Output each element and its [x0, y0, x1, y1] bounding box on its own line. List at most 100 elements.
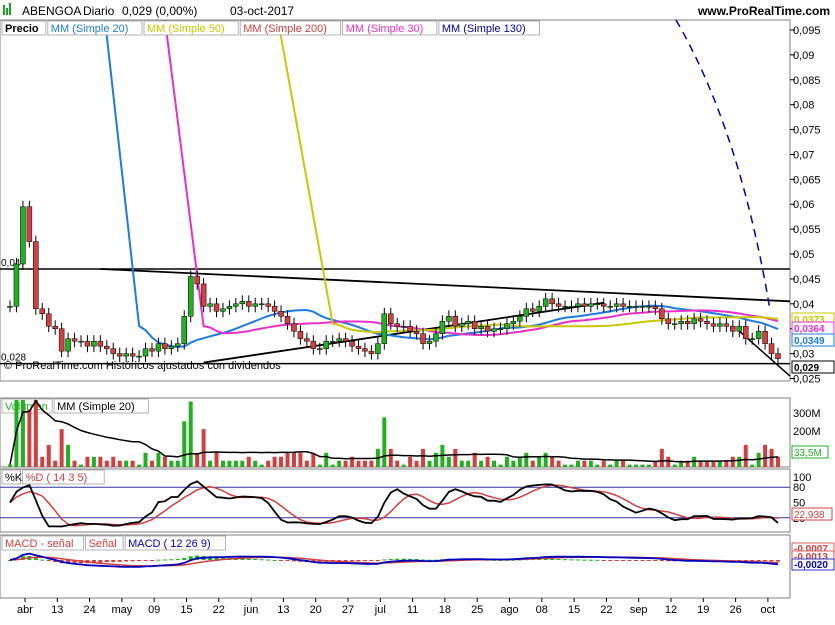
candle-body — [568, 306, 575, 308]
x-tick-label: 25 — [471, 604, 483, 616]
volume-bar — [143, 452, 148, 467]
x-tick-label: sep — [630, 604, 648, 616]
candle-body — [446, 316, 452, 322]
header-period: Diario — [83, 4, 115, 18]
volume-bar — [504, 456, 509, 467]
macd-histogram-bar — [769, 560, 774, 562]
candle-body — [613, 303, 620, 307]
volume-bar — [582, 460, 587, 467]
candle-body — [394, 323, 400, 327]
volume-bar — [111, 456, 116, 467]
volume-bar — [575, 460, 580, 467]
volume-bar — [298, 452, 303, 467]
candle-body — [20, 206, 26, 265]
volume-bar — [266, 460, 271, 467]
macd-histogram-bar — [362, 560, 367, 562]
volume-bar — [46, 444, 51, 467]
candle-body — [600, 303, 607, 307]
header-ticker: ABENGOA — [22, 4, 81, 18]
legend-label: MM (Simple 50) — [147, 23, 225, 35]
candle-body — [194, 276, 200, 285]
chart-canvas: ABENGOA Diario 0,029 (0,00%) 03-oct-2017… — [0, 0, 835, 616]
volume-bar — [530, 460, 535, 467]
volume-bar — [446, 456, 451, 467]
candle-body — [581, 303, 588, 307]
x-tick-label: 18 — [439, 604, 451, 616]
macd-histogram-bar — [388, 558, 393, 560]
volume-bar — [85, 456, 90, 467]
x-tick-label: 27 — [342, 604, 354, 616]
candle-body — [39, 308, 46, 315]
volume-bar — [563, 464, 568, 467]
macd-histogram-bar — [356, 560, 361, 562]
x-tick-label: 20 — [310, 604, 322, 616]
volume-bar — [743, 444, 748, 467]
header-date: 03-oct-2017 — [230, 4, 294, 18]
candle-body — [284, 316, 291, 324]
macd-histogram-bar — [595, 559, 600, 561]
macd-histogram-bar — [104, 560, 109, 563]
candle-body — [278, 311, 284, 317]
volume-bar — [279, 456, 284, 467]
macd-histogram-bar — [253, 558, 258, 560]
volume-bar — [614, 460, 619, 467]
candle-body — [52, 325, 58, 329]
volume-bar — [401, 464, 406, 467]
candle-body — [504, 323, 510, 329]
volume-bar — [233, 460, 238, 467]
macd-histogram-bar — [763, 560, 768, 561]
macd-histogram-bar — [634, 560, 639, 561]
candle-body — [439, 320, 446, 334]
macd-histogram-bar — [162, 559, 167, 561]
x-tick-label: jul — [374, 604, 386, 616]
candle-body — [749, 338, 755, 340]
volume-bar — [291, 452, 296, 467]
candle-body — [71, 338, 78, 342]
volume-bar — [408, 456, 413, 467]
chart-window: ABENGOA Diario 0,029 (0,00%) 03-oct-2017… — [0, 0, 835, 620]
candle-body — [349, 340, 355, 347]
x-tick-label: 26 — [729, 604, 741, 616]
macd-histogram-bar — [124, 560, 129, 562]
candle-body — [717, 323, 723, 327]
macd-histogram-bar — [556, 558, 561, 560]
macd-histogram-bar — [272, 559, 277, 561]
candle-body — [258, 303, 265, 306]
macd-histogram-bar — [601, 560, 606, 561]
volume-bar — [104, 460, 109, 467]
macd-histogram-bar — [137, 560, 142, 562]
candle-body — [136, 355, 142, 358]
candle-body — [26, 206, 33, 242]
header-last: 0,029 (0,00%) — [122, 4, 197, 18]
volume-bar — [356, 460, 361, 467]
candle-body — [491, 328, 497, 332]
candle-body — [297, 330, 304, 339]
candle-body — [723, 323, 730, 327]
candle-body — [659, 308, 665, 320]
x-tick-label: 11 — [407, 604, 418, 616]
volume-bar — [72, 460, 77, 467]
candle-body — [246, 301, 252, 307]
volume-bar — [621, 460, 626, 467]
macd-histogram-bar — [350, 560, 355, 562]
macd-histogram-bar — [582, 559, 587, 561]
macd-histogram-bar — [575, 559, 580, 561]
legend-label: MM (Simple 130) — [442, 23, 526, 35]
macd-histogram-bar — [169, 559, 174, 561]
macd-histogram-bar — [98, 560, 103, 563]
x-axis: abr 13 24 may 09 15 22 jun 13 20 27 jul 11 18 25 ago 08 1… — [17, 598, 775, 616]
volume-bar — [285, 452, 290, 467]
candle-body — [187, 276, 194, 317]
volume-bar — [569, 464, 574, 467]
macd-histogram-bar — [369, 560, 374, 562]
candle-body — [555, 303, 562, 307]
candle-body — [91, 340, 97, 347]
x-tick-label: jun — [243, 604, 259, 616]
candle-body — [336, 338, 342, 342]
x-tick-label: oct — [761, 604, 776, 616]
macd-histogram-bar — [343, 560, 348, 562]
volume-bar — [246, 456, 251, 467]
volume-bar — [330, 464, 335, 467]
candle-body — [78, 340, 84, 343]
macd-histogram-bar — [621, 560, 626, 561]
